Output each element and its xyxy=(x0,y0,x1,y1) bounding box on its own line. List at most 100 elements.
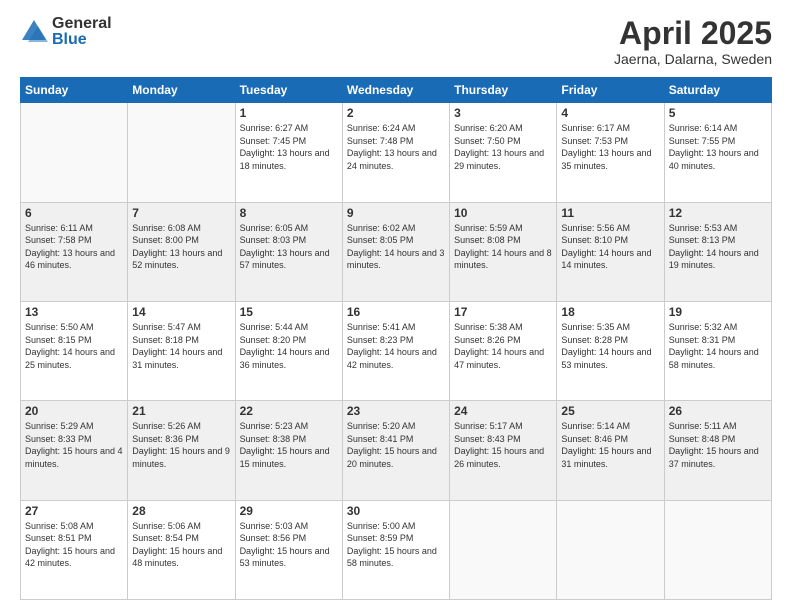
day-info: Sunrise: 5:03 AM Sunset: 8:56 PM Dayligh… xyxy=(240,520,338,570)
day-number: 6 xyxy=(25,206,123,220)
day-number: 7 xyxy=(132,206,230,220)
calendar-week-row: 1 Sunrise: 6:27 AM Sunset: 7:45 PM Daylig… xyxy=(21,103,772,202)
calendar-cell: 16 Sunrise: 5:41 AM Sunset: 8:23 PM Dayli… xyxy=(342,301,449,400)
calendar-cell: 11 Sunrise: 5:56 AM Sunset: 8:10 PM Dayli… xyxy=(557,202,664,301)
logo: General Blue xyxy=(20,16,112,48)
calendar-cell: 22 Sunrise: 5:23 AM Sunset: 8:38 PM Dayli… xyxy=(235,401,342,500)
day-number: 29 xyxy=(240,504,338,518)
day-number: 13 xyxy=(25,305,123,319)
logo-text: General Blue xyxy=(52,16,112,48)
calendar-cell xyxy=(450,500,557,599)
calendar-cell: 26 Sunrise: 5:11 AM Sunset: 8:48 PM Dayli… xyxy=(664,401,771,500)
calendar-cell: 2Sunrise: 6:24 AM Sunset: 7:48 PM Daylig… xyxy=(342,103,449,202)
day-number: 11 xyxy=(561,206,659,220)
calendar-cell: 17 Sunrise: 5:38 AM Sunset: 8:26 PM Dayli… xyxy=(450,301,557,400)
day-number: 10 xyxy=(454,206,552,220)
day-info: Sunrise: 6:05 AM Sunset: 8:03 PM Dayligh… xyxy=(240,222,338,272)
calendar-cell: 25Sunrise: 5:14 AM Sunset: 8:46 PM Dayli… xyxy=(557,401,664,500)
day-info: Sunrise: 6:20 AM Sunset: 7:50 PM Dayligh… xyxy=(454,122,552,172)
header-right: April 2025 Jaerna, Dalarna, Sweden xyxy=(614,16,772,67)
location: Jaerna, Dalarna, Sweden xyxy=(614,51,772,67)
day-number: 5 xyxy=(669,106,767,120)
calendar-cell: 18Sunrise: 5:35 AM Sunset: 8:28 PM Dayli… xyxy=(557,301,664,400)
calendar-cell: 29 Sunrise: 5:03 AM Sunset: 8:56 PM Dayli… xyxy=(235,500,342,599)
calendar-cell: 7 Sunrise: 6:08 AM Sunset: 8:00 PM Daylig… xyxy=(128,202,235,301)
weekday-header-saturday: Saturday xyxy=(664,78,771,103)
calendar-cell: 19 Sunrise: 5:32 AM Sunset: 8:31 PM Dayli… xyxy=(664,301,771,400)
calendar-cell: 13 Sunrise: 5:50 AM Sunset: 8:15 PM Dayli… xyxy=(21,301,128,400)
weekday-header-monday: Monday xyxy=(128,78,235,103)
day-number: 9 xyxy=(347,206,445,220)
calendar-header: SundayMondayTuesdayWednesdayThursdayFrid… xyxy=(21,78,772,103)
day-number: 3 xyxy=(454,106,552,120)
day-number: 16 xyxy=(347,305,445,319)
day-info: Sunrise: 5:56 AM Sunset: 8:10 PM Dayligh… xyxy=(561,222,659,272)
calendar-cell xyxy=(128,103,235,202)
day-info: Sunrise: 5:32 AM Sunset: 8:31 PM Dayligh… xyxy=(669,321,767,371)
day-info: Sunrise: 5:17 AM Sunset: 8:43 PM Dayligh… xyxy=(454,420,552,470)
day-info: Sunrise: 5:00 AM Sunset: 8:59 PM Dayligh… xyxy=(347,520,445,570)
day-info: Sunrise: 6:27 AM Sunset: 7:45 PM Dayligh… xyxy=(240,122,338,172)
calendar-cell: 1 Sunrise: 6:27 AM Sunset: 7:45 PM Daylig… xyxy=(235,103,342,202)
day-info: Sunrise: 5:47 AM Sunset: 8:18 PM Dayligh… xyxy=(132,321,230,371)
day-number: 21 xyxy=(132,404,230,418)
calendar-cell: 30Sunrise: 5:00 AM Sunset: 8:59 PM Dayli… xyxy=(342,500,449,599)
calendar-cell: 28Sunrise: 5:06 AM Sunset: 8:54 PM Dayli… xyxy=(128,500,235,599)
day-info: Sunrise: 5:14 AM Sunset: 8:46 PM Dayligh… xyxy=(561,420,659,470)
day-number: 8 xyxy=(240,206,338,220)
day-info: Sunrise: 5:11 AM Sunset: 8:48 PM Dayligh… xyxy=(669,420,767,470)
day-number: 19 xyxy=(669,305,767,319)
weekday-header-friday: Friday xyxy=(557,78,664,103)
day-number: 24 xyxy=(454,404,552,418)
calendar-week-row: 27Sunrise: 5:08 AM Sunset: 8:51 PM Dayli… xyxy=(21,500,772,599)
day-info: Sunrise: 6:24 AM Sunset: 7:48 PM Dayligh… xyxy=(347,122,445,172)
day-number: 15 xyxy=(240,305,338,319)
day-info: Sunrise: 5:23 AM Sunset: 8:38 PM Dayligh… xyxy=(240,420,338,470)
header: General Blue April 2025 Jaerna, Dalarna,… xyxy=(20,16,772,67)
calendar-table: SundayMondayTuesdayWednesdayThursdayFrid… xyxy=(20,77,772,600)
day-number: 26 xyxy=(669,404,767,418)
day-info: Sunrise: 5:26 AM Sunset: 8:36 PM Dayligh… xyxy=(132,420,230,470)
calendar-cell: 6 Sunrise: 6:11 AM Sunset: 7:58 PM Daylig… xyxy=(21,202,128,301)
calendar-week-row: 13 Sunrise: 5:50 AM Sunset: 8:15 PM Dayli… xyxy=(21,301,772,400)
day-info: Sunrise: 6:08 AM Sunset: 8:00 PM Dayligh… xyxy=(132,222,230,272)
calendar-cell: 4Sunrise: 6:17 AM Sunset: 7:53 PM Daylig… xyxy=(557,103,664,202)
calendar-cell: 21 Sunrise: 5:26 AM Sunset: 8:36 PM Dayli… xyxy=(128,401,235,500)
calendar-cell: 14 Sunrise: 5:47 AM Sunset: 8:18 PM Dayli… xyxy=(128,301,235,400)
calendar-body: 1 Sunrise: 6:27 AM Sunset: 7:45 PM Daylig… xyxy=(21,103,772,600)
day-number: 23 xyxy=(347,404,445,418)
day-number: 20 xyxy=(25,404,123,418)
logo-blue-text: Blue xyxy=(52,32,112,48)
day-info: Sunrise: 6:11 AM Sunset: 7:58 PM Dayligh… xyxy=(25,222,123,272)
day-info: Sunrise: 5:53 AM Sunset: 8:13 PM Dayligh… xyxy=(669,222,767,272)
day-info: Sunrise: 5:50 AM Sunset: 8:15 PM Dayligh… xyxy=(25,321,123,371)
day-number: 22 xyxy=(240,404,338,418)
day-info: Sunrise: 5:59 AM Sunset: 8:08 PM Dayligh… xyxy=(454,222,552,272)
day-number: 4 xyxy=(561,106,659,120)
day-number: 12 xyxy=(669,206,767,220)
calendar-cell xyxy=(21,103,128,202)
calendar-cell: 12 Sunrise: 5:53 AM Sunset: 8:13 PM Dayli… xyxy=(664,202,771,301)
day-info: Sunrise: 6:14 AM Sunset: 7:55 PM Dayligh… xyxy=(669,122,767,172)
calendar-cell: 9 Sunrise: 6:02 AM Sunset: 8:05 PM Daylig… xyxy=(342,202,449,301)
day-info: Sunrise: 6:02 AM Sunset: 8:05 PM Dayligh… xyxy=(347,222,445,272)
day-number: 27 xyxy=(25,504,123,518)
logo-icon xyxy=(20,18,48,46)
page: General Blue April 2025 Jaerna, Dalarna,… xyxy=(0,0,792,612)
calendar-cell: 10 Sunrise: 5:59 AM Sunset: 8:08 PM Dayli… xyxy=(450,202,557,301)
calendar-cell: 20Sunrise: 5:29 AM Sunset: 8:33 PM Dayli… xyxy=(21,401,128,500)
day-info: Sunrise: 5:20 AM Sunset: 8:41 PM Dayligh… xyxy=(347,420,445,470)
day-info: Sunrise: 5:38 AM Sunset: 8:26 PM Dayligh… xyxy=(454,321,552,371)
calendar-cell: 27Sunrise: 5:08 AM Sunset: 8:51 PM Dayli… xyxy=(21,500,128,599)
calendar-cell: 15Sunrise: 5:44 AM Sunset: 8:20 PM Dayli… xyxy=(235,301,342,400)
day-number: 17 xyxy=(454,305,552,319)
weekday-header-row: SundayMondayTuesdayWednesdayThursdayFrid… xyxy=(21,78,772,103)
calendar-cell xyxy=(664,500,771,599)
day-number: 1 xyxy=(240,106,338,120)
day-number: 14 xyxy=(132,305,230,319)
calendar-cell: 3 Sunrise: 6:20 AM Sunset: 7:50 PM Daylig… xyxy=(450,103,557,202)
day-info: Sunrise: 5:41 AM Sunset: 8:23 PM Dayligh… xyxy=(347,321,445,371)
calendar-cell xyxy=(557,500,664,599)
weekday-header-tuesday: Tuesday xyxy=(235,78,342,103)
month-title: April 2025 xyxy=(614,16,772,51)
